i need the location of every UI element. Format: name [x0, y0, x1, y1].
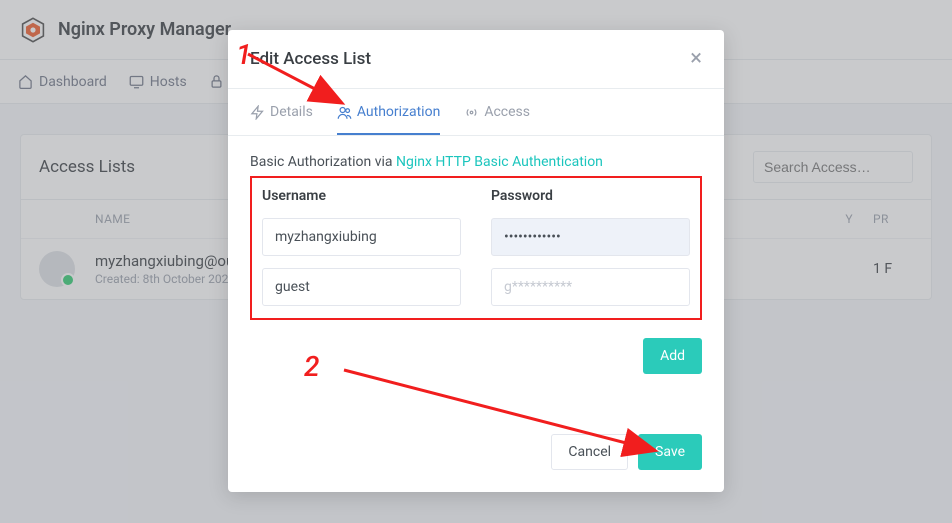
- tab-details[interactable]: Details: [250, 89, 313, 135]
- username-label: Username: [262, 188, 461, 204]
- tab-label: Access: [484, 104, 530, 120]
- tab-authorization[interactable]: Authorization: [337, 89, 440, 135]
- add-button[interactable]: Add: [643, 338, 702, 374]
- modal-backdrop: Edit Access List × Details Authorization: [0, 0, 952, 523]
- cancel-button[interactable]: Cancel: [551, 434, 628, 470]
- tab-label: Details: [270, 104, 313, 120]
- save-button[interactable]: Save: [638, 434, 702, 470]
- flash-icon: [250, 105, 265, 120]
- credentials-form: Username Password: [250, 176, 702, 320]
- edit-access-list-modal: Edit Access List × Details Authorization: [228, 30, 724, 492]
- tab-access[interactable]: Access: [464, 89, 530, 135]
- password-input-1[interactable]: [491, 268, 690, 306]
- username-input-0[interactable]: [262, 218, 461, 256]
- helper-link[interactable]: Nginx HTTP Basic Authentication: [396, 154, 603, 170]
- password-input-0[interactable]: [491, 218, 690, 256]
- username-input-1[interactable]: [262, 268, 461, 306]
- radio-icon: [464, 105, 479, 120]
- modal-title: Edit Access List: [250, 49, 371, 69]
- close-icon[interactable]: ×: [690, 48, 702, 70]
- users-icon: [337, 105, 352, 120]
- tab-label: Authorization: [357, 104, 440, 120]
- helper-text: Basic Authorization via Nginx HTTP Basic…: [250, 154, 702, 170]
- modal-tabs: Details Authorization Access: [228, 89, 724, 136]
- password-label: Password: [491, 188, 690, 204]
